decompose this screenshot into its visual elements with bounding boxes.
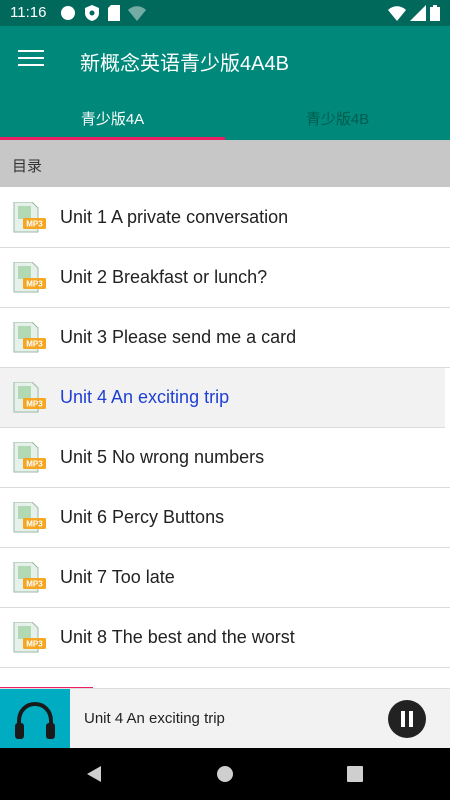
section-title: 目录 bbox=[12, 158, 43, 175]
unit-list-item[interactable]: MP3 Unit 5 No wrong numbers bbox=[0, 428, 450, 488]
mp3-file-icon: MP3 bbox=[13, 442, 46, 473]
recents-icon bbox=[347, 766, 363, 782]
unit-title: Unit 4 An exciting trip bbox=[60, 387, 230, 407]
status-bar: 11:16 bbox=[0, 0, 450, 26]
mp3-badge-text: MP3 bbox=[26, 520, 43, 529]
tab-4a[interactable]: 青少版4A bbox=[0, 108, 225, 129]
wifi-question-icon bbox=[128, 6, 146, 21]
app-title: 新概念英语青少版4A4B bbox=[80, 53, 289, 75]
wifi-icon bbox=[387, 6, 406, 21]
recents-button[interactable] bbox=[325, 748, 385, 800]
mp3-file-icon: MP3 bbox=[13, 382, 46, 413]
unit-title: Unit 5 No wrong numbers bbox=[60, 447, 265, 467]
unit-list-item[interactable]: MP3 Unit 3 Please send me a card bbox=[0, 308, 450, 368]
notification-dot-icon bbox=[61, 6, 75, 20]
unit-list[interactable]: MP3 Unit 1 A private conversation MP3 Unit … bbox=[0, 188, 450, 688]
battery-icon bbox=[430, 5, 440, 21]
back-icon bbox=[87, 766, 101, 782]
unit-list-item[interactable]: MP3 Unit 2 Breakfast or lunch? bbox=[0, 248, 450, 308]
unit-title: Unit 1 A private conversation bbox=[60, 207, 289, 227]
home-button[interactable] bbox=[195, 748, 255, 800]
home-icon bbox=[217, 766, 233, 782]
tab-4b[interactable]: 青少版4B bbox=[225, 108, 450, 129]
unit-list-item[interactable]: MP3 Unit 7 Too late bbox=[0, 548, 450, 608]
mp3-badge-text: MP3 bbox=[26, 280, 43, 289]
now-playing-title: Unit 4 An exciting trip bbox=[84, 710, 225, 727]
mp3-badge-text: MP3 bbox=[26, 640, 43, 649]
unit-title: Unit 8 The best and the worst bbox=[60, 627, 295, 647]
mp3-file-icon: MP3 bbox=[13, 262, 46, 293]
unit-title: Unit 6 Percy Buttons bbox=[60, 507, 225, 527]
mp3-file-icon: MP3 bbox=[13, 202, 46, 233]
signal-icon bbox=[409, 5, 426, 21]
unit-title: Unit 2 Breakfast or lunch? bbox=[60, 267, 268, 287]
unit-list-item[interactable]: MP3 Unit 6 Percy Buttons bbox=[0, 488, 450, 548]
player-cover bbox=[0, 689, 70, 749]
unit-title: Unit 7 Too late bbox=[60, 567, 175, 587]
mp3-badge-text: MP3 bbox=[26, 400, 43, 409]
mp3-badge-text: MP3 bbox=[26, 220, 43, 229]
mp3-badge-text: MP3 bbox=[26, 580, 43, 589]
mp3-file-icon: MP3 bbox=[13, 502, 46, 533]
back-button[interactable] bbox=[65, 748, 125, 800]
headphones-icon bbox=[15, 701, 55, 739]
sd-card-icon bbox=[108, 5, 120, 21]
mp3-file-icon: MP3 bbox=[13, 622, 46, 653]
status-icons-right bbox=[387, 5, 440, 25]
app-bar: 新概念英语青少版4A4B 青少版4A 青少版4B bbox=[0, 26, 450, 140]
status-time: 11:16 bbox=[10, 4, 47, 21]
mp3-file-icon: MP3 bbox=[13, 322, 46, 353]
unit-list-item[interactable]: MP3 Unit 8 The best and the worst bbox=[0, 608, 450, 668]
unit-title: Unit 3 Please send me a card bbox=[60, 327, 297, 347]
mp3-badge-text: MP3 bbox=[26, 340, 43, 349]
menu-icon[interactable] bbox=[18, 46, 44, 72]
unit-list-item[interactable]: MP3 Unit 4 An exciting trip bbox=[0, 368, 445, 428]
pause-button[interactable] bbox=[388, 700, 426, 738]
system-nav-bar bbox=[0, 748, 450, 800]
unit-list-item[interactable]: MP3 Unit 1 A private conversation bbox=[0, 188, 450, 248]
mp3-badge-text: MP3 bbox=[26, 460, 43, 469]
mp3-file-icon: MP3 bbox=[13, 562, 46, 593]
mini-player[interactable]: Unit 4 An exciting trip bbox=[0, 688, 450, 749]
section-header: 目录 bbox=[0, 140, 450, 187]
shield-icon bbox=[85, 5, 99, 21]
